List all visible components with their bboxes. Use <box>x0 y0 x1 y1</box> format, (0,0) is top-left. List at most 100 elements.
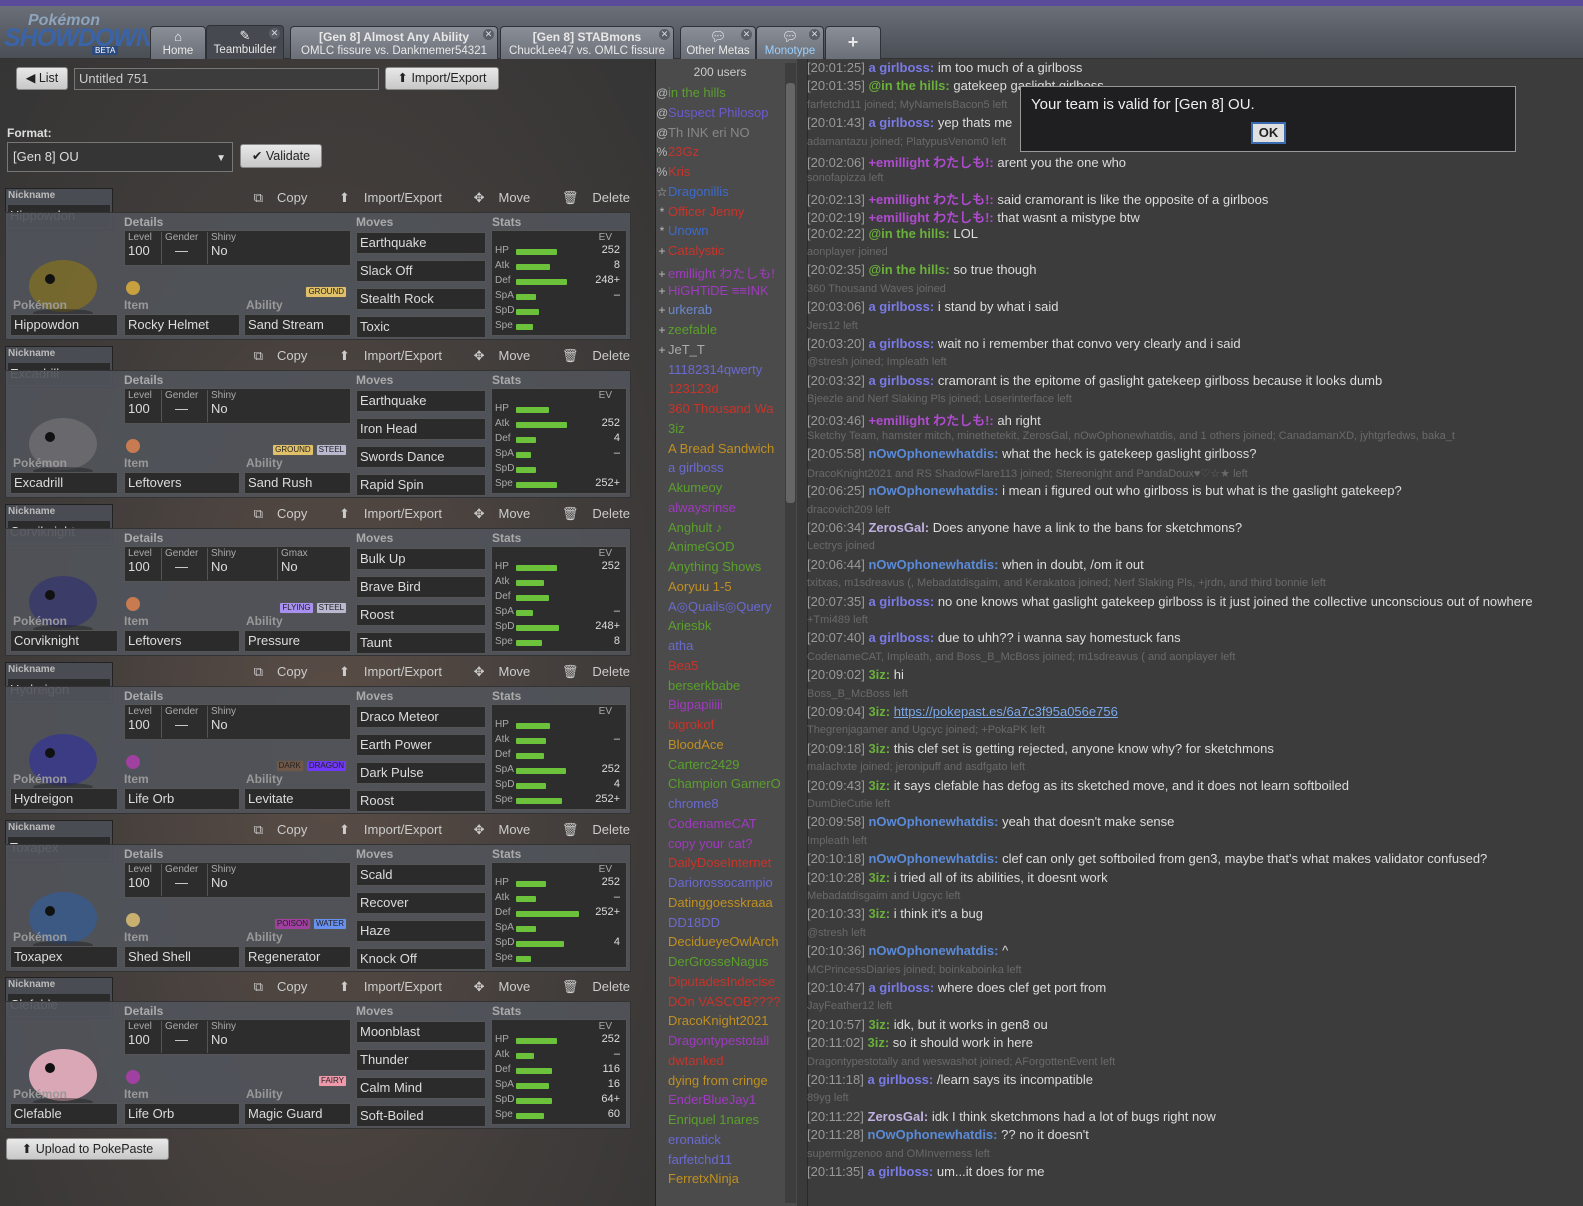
delete-set-button[interactable]: 🗑︎ Delete <box>548 979 630 994</box>
user-list-item[interactable]: Dragontypestotall <box>656 1033 784 1053</box>
move-field[interactable]: Taunt <box>356 632 486 654</box>
chat-author[interactable]: 3iz: <box>868 870 890 885</box>
level-field[interactable]: Level 100 <box>128 232 152 258</box>
shiny-field[interactable]: Shiny No <box>207 232 236 264</box>
chat-author[interactable]: 3iz: <box>868 741 890 756</box>
chat-author[interactable]: +emillight わたしも!: <box>868 155 993 170</box>
delete-set-button[interactable]: 🗑︎ Delete <box>548 822 630 837</box>
chat-author[interactable]: a girlboss: <box>868 594 934 609</box>
user-list-item[interactable]: chrome8 <box>656 796 784 816</box>
move-set-button[interactable]: ✥ Move <box>460 979 531 994</box>
import-export-set-button[interactable]: ⬆ Import/Export <box>325 664 442 679</box>
user-list-item[interactable]: FerretxNinja <box>656 1171 784 1191</box>
chat-author[interactable]: nOwOphonewhatdis: <box>868 1127 998 1142</box>
copy-button[interactable]: ⧉ Copy <box>240 664 308 679</box>
chat-author[interactable]: a girlboss: <box>868 1164 934 1179</box>
move-field[interactable]: Toxic <box>356 316 486 338</box>
user-list-item[interactable]: Bigpapiiiii <box>656 697 784 717</box>
user-list-item[interactable]: farfetchd11 <box>656 1152 784 1172</box>
userlist-scrollbar[interactable] <box>785 63 796 1203</box>
user-list-item[interactable]: Enriquel 1nares <box>656 1112 784 1132</box>
user-list-item[interactable]: dying from cringe <box>656 1073 784 1093</box>
chat-author[interactable]: a girlboss: <box>868 980 934 995</box>
level-field[interactable]: Level 100 <box>128 864 152 890</box>
copy-button[interactable]: ⧉ Copy <box>240 979 308 994</box>
move-set-button[interactable]: ✥ Move <box>460 664 531 679</box>
user-list-item[interactable]: Datinggoesskraaa <box>656 895 784 915</box>
chat-author[interactable]: nOwOphonewhatdis: <box>868 943 998 958</box>
user-list-item[interactable]: + urkerab <box>656 302 784 322</box>
user-list-item[interactable]: dwtanked <box>656 1053 784 1073</box>
tab-battle-aaa[interactable]: [Gen 8] Almost Any Ability OMLC fissure … <box>290 26 498 60</box>
item-input[interactable]: Life Orb <box>124 1103 240 1125</box>
user-list-item[interactable]: A◎Quails◎Query <box>656 599 784 619</box>
list-button[interactable]: ◀ List <box>16 67 68 90</box>
delete-set-button[interactable]: 🗑︎ Delete <box>548 664 630 679</box>
move-field[interactable]: Soft-Boiled <box>356 1105 486 1127</box>
move-field[interactable]: Calm Mind <box>356 1077 486 1099</box>
stats-box[interactable]: EV HP 252 Atk – Def 116 SpA 16 SpD 64+ S… <box>491 1019 627 1125</box>
move-field[interactable]: Haze <box>356 920 486 942</box>
stats-box[interactable]: EV HP 252 Atk Def SpA – SpD 248+ Spe 8 <box>491 546 627 652</box>
user-list-item[interactable]: 360 Thousand Wa <box>656 401 784 421</box>
user-list-item[interactable]: a girlboss <box>656 460 784 480</box>
showdown-logo[interactable]: Pokémon SHOWDOWN! BETA <box>4 12 161 56</box>
user-list-item[interactable]: DracoKnight2021 <box>656 1013 784 1033</box>
team-name-input[interactable]: Untitled 751 <box>74 68 379 90</box>
user-list-item[interactable]: Aoryuu 1-5 <box>656 579 784 599</box>
user-list-item[interactable]: DD18DD <box>656 915 784 935</box>
user-list-item[interactable]: alwaysrinse <box>656 500 784 520</box>
chat-author[interactable]: a girlboss: <box>868 373 934 388</box>
ability-input[interactable]: Pressure <box>244 630 351 652</box>
shiny-field[interactable]: Shiny No <box>207 864 236 896</box>
stats-box[interactable]: EV HP Atk – Def SpA 252 SpD 4 Spe 252+ <box>491 704 627 810</box>
chat-author[interactable]: nOwOphonewhatdis: <box>868 814 998 829</box>
species-input[interactable]: Toxapex <box>10 946 118 968</box>
user-list-item[interactable]: berserkbabe <box>656 678 784 698</box>
chat-author[interactable]: ZerosGal: <box>868 1109 929 1124</box>
move-set-button[interactable]: ✥ Move <box>460 822 531 837</box>
level-field[interactable]: Level 100 <box>128 706 152 732</box>
delete-set-button[interactable]: 🗑︎ Delete <box>548 190 630 205</box>
import-export-set-button[interactable]: ⬆ Import/Export <box>325 979 442 994</box>
details-box[interactable]: Level 100 Gender — Shiny No <box>124 230 351 266</box>
user-list-item[interactable]: Carterc2429 <box>656 757 784 777</box>
user-list-item[interactable]: * Unown <box>656 223 784 243</box>
user-list-item[interactable]: copy your cat? <box>656 836 784 856</box>
user-list-item[interactable]: DecidueyeOwlArch <box>656 934 784 954</box>
upload-pokepaste-button[interactable]: ⬆ Upload to PokePaste <box>6 1138 169 1160</box>
species-input[interactable]: Clefable <box>10 1103 118 1125</box>
chat-author[interactable]: 3iz: <box>868 906 890 921</box>
species-input[interactable]: Hydreigon <box>10 788 118 810</box>
move-field[interactable]: Earth Power <box>356 734 486 756</box>
import-export-set-button[interactable]: ⬆ Import/Export <box>325 348 442 363</box>
chat-author[interactable]: 3iz: <box>868 704 890 719</box>
item-input[interactable]: Shed Shell <box>124 946 240 968</box>
copy-button[interactable]: ⧉ Copy <box>240 348 308 363</box>
move-field[interactable]: Bulk Up <box>356 548 486 570</box>
user-list-item[interactable]: + HiGHTiDE ≡≡INK <box>656 283 784 303</box>
gmax-field[interactable]: Gmax No <box>277 548 308 580</box>
delete-set-button[interactable]: 🗑︎ Delete <box>548 348 630 363</box>
gender-field[interactable]: Gender — <box>161 706 207 738</box>
ability-input[interactable]: Regenerator <box>244 946 351 968</box>
user-list-item[interactable]: Champion GamerO <box>656 776 784 796</box>
move-field[interactable]: Slack Off <box>356 260 486 282</box>
details-box[interactable]: Level 100 Gender — Shiny No <box>124 704 351 740</box>
import-export-set-button[interactable]: ⬆ Import/Export <box>325 822 442 837</box>
delete-set-button[interactable]: 🗑︎ Delete <box>548 506 630 521</box>
move-set-button[interactable]: ✥ Move <box>460 348 531 363</box>
user-list-item[interactable]: bigrokof <box>656 717 784 737</box>
ability-input[interactable]: Sand Rush <box>244 472 351 494</box>
user-list-item[interactable]: DerGrosseNagus <box>656 954 784 974</box>
move-field[interactable]: Knock Off <box>356 948 486 970</box>
move-field[interactable]: Moonblast <box>356 1021 486 1043</box>
move-field[interactable]: Roost <box>356 604 486 626</box>
tab-battle-stabmons[interactable]: [Gen 8] STABmons ChuckLee47 vs. OMLC fis… <box>500 26 674 60</box>
gender-field[interactable]: Gender — <box>161 1021 207 1053</box>
chat-author[interactable]: 3iz: <box>868 778 890 793</box>
user-list-item[interactable]: + emillight わたしも! <box>656 263 784 283</box>
chat-author[interactable]: 3iz: <box>868 1017 890 1032</box>
chat-link[interactable]: https://pokepast.es/6a7c3f95a056e756 <box>894 704 1118 719</box>
move-field[interactable]: Iron Head <box>356 418 486 440</box>
